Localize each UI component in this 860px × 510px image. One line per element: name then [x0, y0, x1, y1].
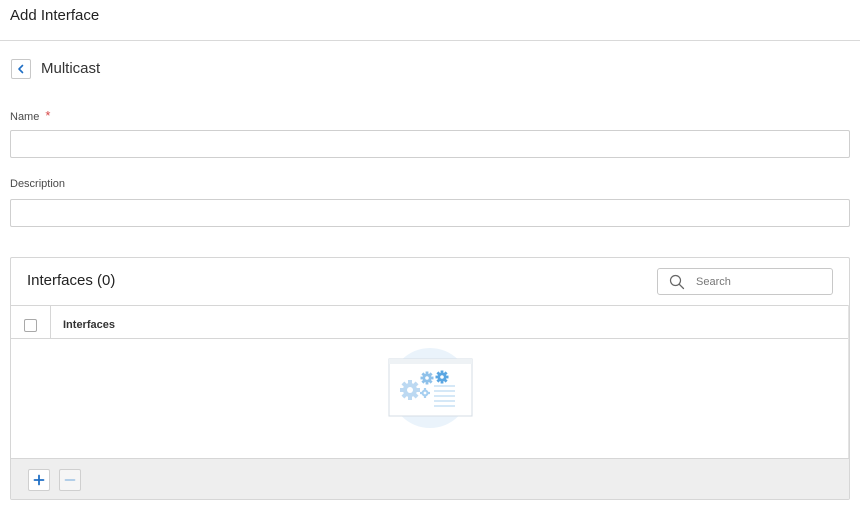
column-header-interfaces[interactable]: Interfaces [63, 319, 115, 331]
select-all-cell [11, 306, 51, 338]
search-icon [669, 274, 685, 290]
table-footer [11, 458, 849, 499]
dialog-header: Add Interface [0, 0, 860, 41]
name-label: Name * [10, 108, 50, 123]
section-title: Multicast [41, 60, 101, 77]
remove-interface-button[interactable] [59, 469, 81, 491]
minus-icon [64, 479, 76, 481]
required-marker: * [45, 108, 51, 123]
dialog-title: Add Interface [10, 7, 100, 24]
search-input[interactable] [696, 273, 826, 290]
chevron-left-icon [18, 64, 24, 74]
interfaces-panel-title: Interfaces (0) [27, 272, 116, 289]
interfaces-panel: Interfaces (0) Interfaces [10, 257, 850, 500]
description-input[interactable] [10, 199, 850, 227]
name-label-text: Name [10, 111, 40, 123]
search-box[interactable] [657, 268, 833, 295]
description-label: Description [10, 178, 66, 190]
table-header: Interfaces [11, 305, 849, 339]
add-interface-button[interactable] [28, 469, 50, 491]
table-divider [848, 305, 849, 458]
back-button[interactable] [11, 59, 31, 79]
name-input[interactable] [10, 130, 850, 158]
plus-icon [33, 474, 45, 486]
select-all-checkbox[interactable] [24, 319, 37, 332]
empty-gears-illustration [388, 348, 473, 428]
empty-state-illustration [387, 347, 473, 434]
